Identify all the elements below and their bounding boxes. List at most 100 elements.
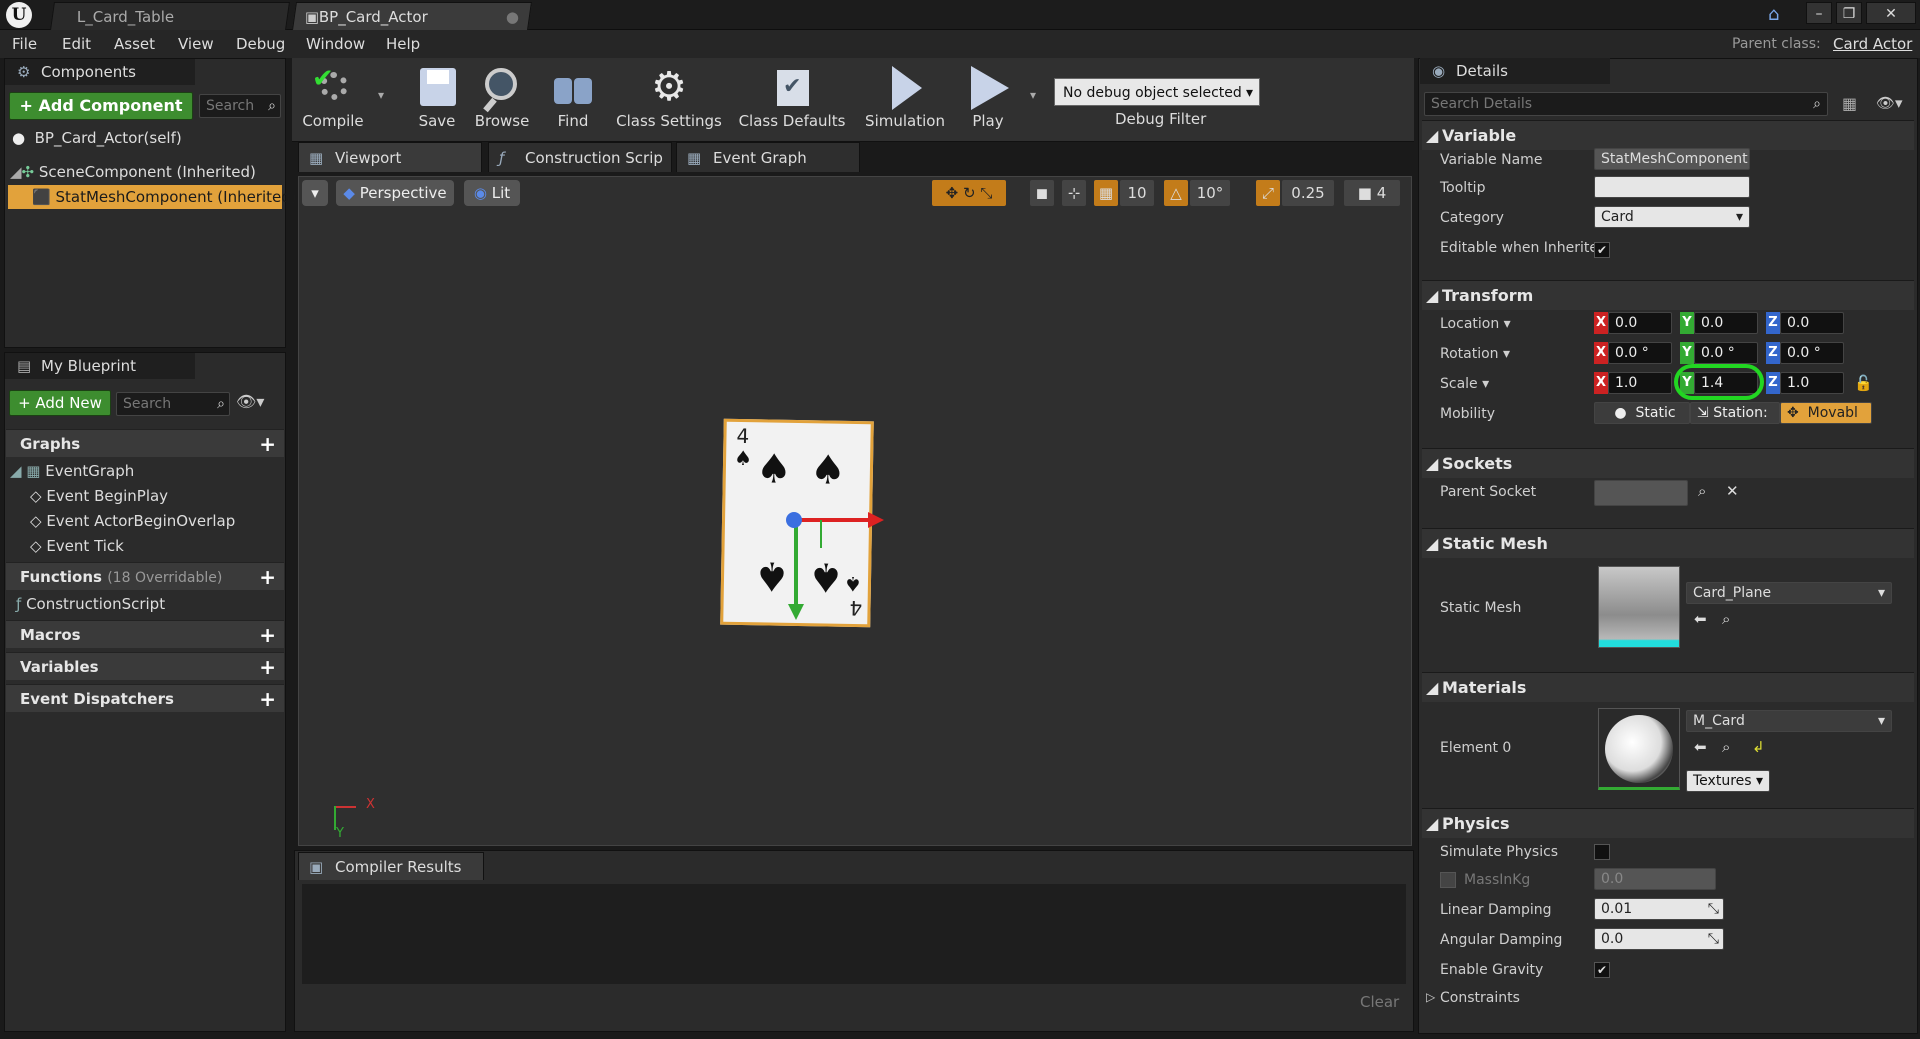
material-dropdown[interactable]: M_Card ▾	[1686, 710, 1892, 732]
static-mesh-dropdown[interactable]: Card_Plane ▾	[1686, 582, 1892, 604]
event-actorbeginoverlap-item[interactable]: ◇ Event ActorBeginOverlap	[30, 509, 235, 533]
add-macro-icon[interactable]: +	[259, 621, 276, 649]
scale-snap-icon[interactable]: ⤢	[1256, 180, 1280, 206]
location-y-input[interactable]: 0.0	[1694, 312, 1758, 334]
gizmo-x-arrow[interactable]	[794, 518, 872, 522]
add-variable-icon[interactable]: +	[259, 653, 276, 681]
my-blueprint-tab[interactable]: ▤ My Blueprint	[5, 353, 195, 379]
add-dispatcher-icon[interactable]: +	[259, 685, 276, 713]
gizmo-pivot[interactable]	[786, 512, 802, 528]
menu-asset[interactable]: Asset	[114, 30, 155, 58]
compile-options-arrow-icon[interactable]: ▾	[378, 88, 384, 102]
use-selected-arrow-icon[interactable]: ⬅	[1694, 738, 1707, 756]
menu-edit[interactable]: Edit	[62, 30, 91, 58]
construction-script-item[interactable]: ƒ ConstructionScript	[16, 592, 165, 616]
menu-file[interactable]: File	[12, 30, 37, 58]
scale-label[interactable]: Scale ▾	[1440, 376, 1489, 392]
tab-construction-script[interactable]: ƒ Construction Scrip	[488, 142, 672, 172]
search-icon[interactable]: ⌕	[1698, 482, 1706, 500]
close-button[interactable]: ✕	[1866, 2, 1916, 24]
clear-x-icon[interactable]: ✕	[1726, 482, 1739, 500]
browse-search-icon[interactable]: ⌕	[1722, 738, 1730, 756]
world-local-icon[interactable]: ◼	[1030, 180, 1054, 206]
rotation-z-input[interactable]: 0.0 °	[1780, 342, 1844, 364]
variable-name-input[interactable]: StatMeshComponent	[1594, 148, 1750, 170]
expand-arrow-icon[interactable]: ▷	[1426, 990, 1435, 1004]
tab-bp-card-actor[interactable]: ▣ BP_Card_Actor ●	[292, 2, 532, 30]
tab-close-icon[interactable]: ●	[506, 3, 519, 31]
rotation-snap-icon[interactable]: △	[1164, 180, 1188, 206]
gizmo-plane-handle[interactable]	[820, 520, 822, 548]
variable-section[interactable]: ◢ Variable	[1422, 120, 1914, 150]
parent-socket-input[interactable]	[1594, 480, 1688, 506]
location-z-input[interactable]: 0.0	[1780, 312, 1844, 334]
property-matrix-icon[interactable]: ▦	[1842, 94, 1857, 113]
reset-arrow-icon[interactable]: ↲	[1752, 738, 1765, 756]
simulate-physics-checkbox[interactable]	[1594, 844, 1610, 860]
variables-section[interactable]: Variables +	[6, 652, 284, 680]
add-function-icon[interactable]: +	[259, 563, 276, 591]
clear-button[interactable]: Clear	[1360, 993, 1399, 1011]
event-beginplay-item[interactable]: ◇ Event BeginPlay	[30, 484, 168, 508]
gizmo-y-arrow[interactable]	[794, 522, 798, 610]
minimize-button[interactable]: –	[1806, 2, 1832, 24]
blueprint-search-input[interactable]: Search ⌕	[116, 392, 230, 416]
menu-debug[interactable]: Debug	[236, 30, 285, 58]
parent-class-link[interactable]: Card Actor	[1833, 30, 1912, 58]
graduation-cap-icon[interactable]: ⌂	[1768, 4, 1779, 25]
component-scene[interactable]: ◢✣ SceneComponent (Inherited)	[10, 160, 256, 184]
scale-snap-value[interactable]: 0.25	[1282, 180, 1334, 206]
location-x-input[interactable]: 0.0	[1608, 312, 1672, 334]
mass-input[interactable]: 0.0	[1594, 868, 1716, 890]
menu-help[interactable]: Help	[386, 30, 420, 58]
graphs-section[interactable]: Graphs +	[6, 429, 284, 457]
surface-snap-icon[interactable]: ⊹	[1062, 180, 1086, 206]
lock-icon[interactable]: 🔓	[1854, 374, 1873, 392]
tab-compiler-results[interactable]: ▣ Compiler Results	[298, 852, 484, 880]
static-mesh-section[interactable]: ◢ Static Mesh	[1422, 528, 1914, 558]
details-tab[interactable]: ◉ Details	[1420, 58, 1610, 84]
scale-x-input[interactable]: 1.0	[1608, 372, 1672, 394]
material-thumbnail[interactable]	[1598, 708, 1680, 790]
lit-button[interactable]: ◉ Lit	[464, 180, 520, 206]
category-dropdown[interactable]: Card ▾	[1594, 206, 1750, 228]
transform-section[interactable]: ◢ Transform	[1422, 280, 1914, 310]
menu-view[interactable]: View	[178, 30, 214, 58]
details-search-input[interactable]: Search Details ⌕	[1424, 92, 1828, 116]
grid-snap-icon[interactable]: ▦	[1094, 180, 1118, 206]
search-icon[interactable]: ⌕	[1813, 93, 1821, 115]
editable-checkbox[interactable]: ✔	[1594, 242, 1610, 258]
add-component-button[interactable]: + Add Component	[9, 92, 193, 120]
enable-gravity-checkbox[interactable]: ✔	[1594, 962, 1610, 978]
find-button[interactable]: Find	[544, 58, 602, 142]
component-static-mesh[interactable]: ⬛ StatMeshComponent (Inherited)	[8, 185, 297, 209]
tab-l-card-table[interactable]: L_Card_Table	[50, 2, 290, 30]
textures-dropdown[interactable]: Textures ▾	[1686, 770, 1770, 792]
mobility-stationary-button[interactable]: ⇲ Station:	[1690, 402, 1780, 424]
mobility-movable-button[interactable]: ✥ Movabl	[1780, 402, 1872, 424]
rotation-label[interactable]: Rotation ▾	[1440, 346, 1510, 362]
transform-mode-buttons[interactable]: ✥ ↻ ⤡	[932, 180, 1006, 206]
rotation-snap-value[interactable]: 10°	[1190, 180, 1230, 206]
unreal-logo-icon[interactable]: U	[6, 2, 32, 28]
components-search-input[interactable]: Search ⌕	[199, 94, 281, 118]
angular-damping-input[interactable]: 0.0 ⤡	[1594, 928, 1724, 950]
components-tab[interactable]: ⚙ Components	[5, 59, 195, 85]
perspective-button[interactable]: ◆ Perspective	[336, 180, 454, 206]
sockets-section[interactable]: ◢ Sockets	[1422, 448, 1914, 478]
play-options-arrow-icon[interactable]: ▾	[1030, 88, 1036, 102]
class-settings-button[interactable]: ⚙ Class Settings	[614, 58, 724, 142]
grid-snap-value[interactable]: 10	[1120, 180, 1154, 206]
rotation-x-input[interactable]: 0.0 °	[1608, 342, 1672, 364]
physics-section[interactable]: ◢ Physics	[1422, 808, 1914, 838]
rotation-y-input[interactable]: 0.0 °	[1694, 342, 1758, 364]
use-selected-arrow-icon[interactable]: ⬅	[1694, 610, 1707, 628]
browse-search-icon[interactable]: ⌕	[1722, 610, 1730, 628]
scale-z-input[interactable]: 1.0	[1780, 372, 1844, 394]
class-defaults-button[interactable]: ✔ Class Defaults	[736, 58, 848, 142]
add-graph-icon[interactable]: +	[259, 430, 276, 458]
component-self[interactable]: ● BP_Card_Actor(self)	[12, 126, 182, 150]
functions-section[interactable]: Functions (18 Overridable) +	[6, 562, 284, 590]
menu-window[interactable]: Window	[306, 30, 365, 58]
event-graph-item[interactable]: ◢ ▦ EventGraph	[10, 459, 134, 483]
